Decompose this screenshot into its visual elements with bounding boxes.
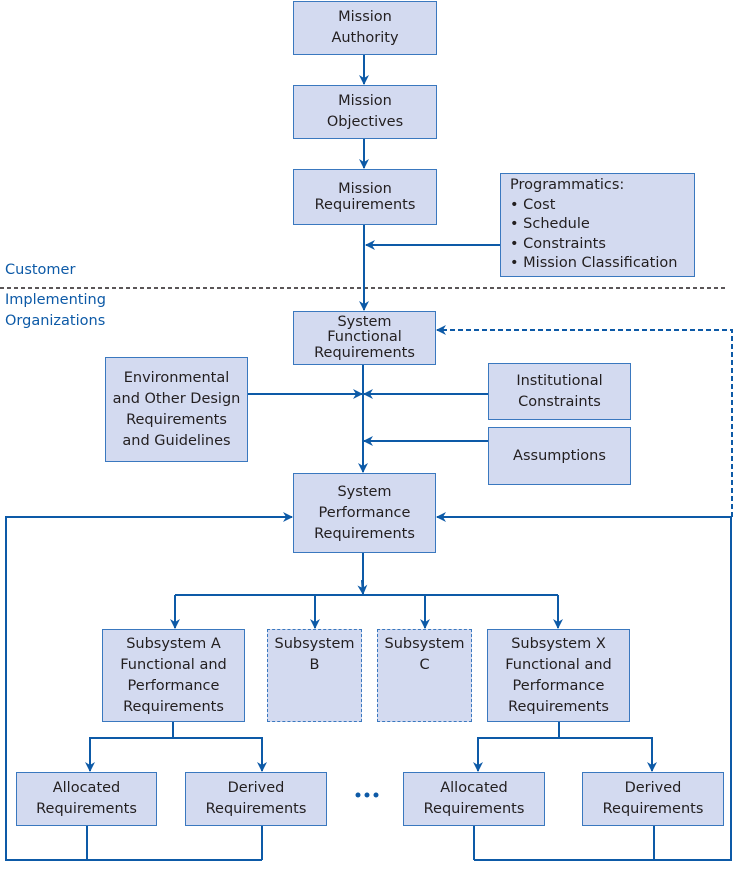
requirements-flow-diagram: Customer Implementing Organizations Miss… [0, 0, 733, 872]
environmental-requirements-box: Environmental and Other Design Requireme… [105, 357, 248, 462]
subsystem-a-box: Subsystem A Functional and Performance R… [102, 629, 245, 722]
implementing-organizations-label: Implementing Organizations [5, 292, 106, 329]
allocated-requirements-a-box: Allocated Requirements [16, 772, 157, 826]
allocated-requirements-x-box: Allocated Requirements [403, 772, 545, 826]
customer-label: Customer [5, 262, 76, 278]
subsystem-c-box: Subsystem C [377, 629, 472, 722]
mission-requirements-box: Mission Requirements [293, 169, 437, 225]
subsystem-b-box: Subsystem B [267, 629, 362, 722]
derived-requirements-a-box: Derived Requirements [185, 772, 327, 826]
ellipsis-dots [355, 792, 379, 798]
programmatics-box: Programmatics: • Cost • Schedule • Const… [500, 173, 695, 277]
subsystem-x-box: Subsystem X Functional and Performance R… [487, 629, 630, 722]
system-performance-requirements-box: System Performance Requirements [293, 473, 436, 553]
mission-objectives-box: Mission Objectives [293, 85, 437, 139]
assumptions-box: Assumptions [488, 427, 631, 485]
system-functional-requirements-box: System Functional Requirements [293, 311, 436, 365]
institutional-constraints-box: Institutional Constraints [488, 363, 631, 420]
mission-authority-box: Mission Authority [293, 1, 437, 55]
derived-requirements-x-box: Derived Requirements [582, 772, 724, 826]
